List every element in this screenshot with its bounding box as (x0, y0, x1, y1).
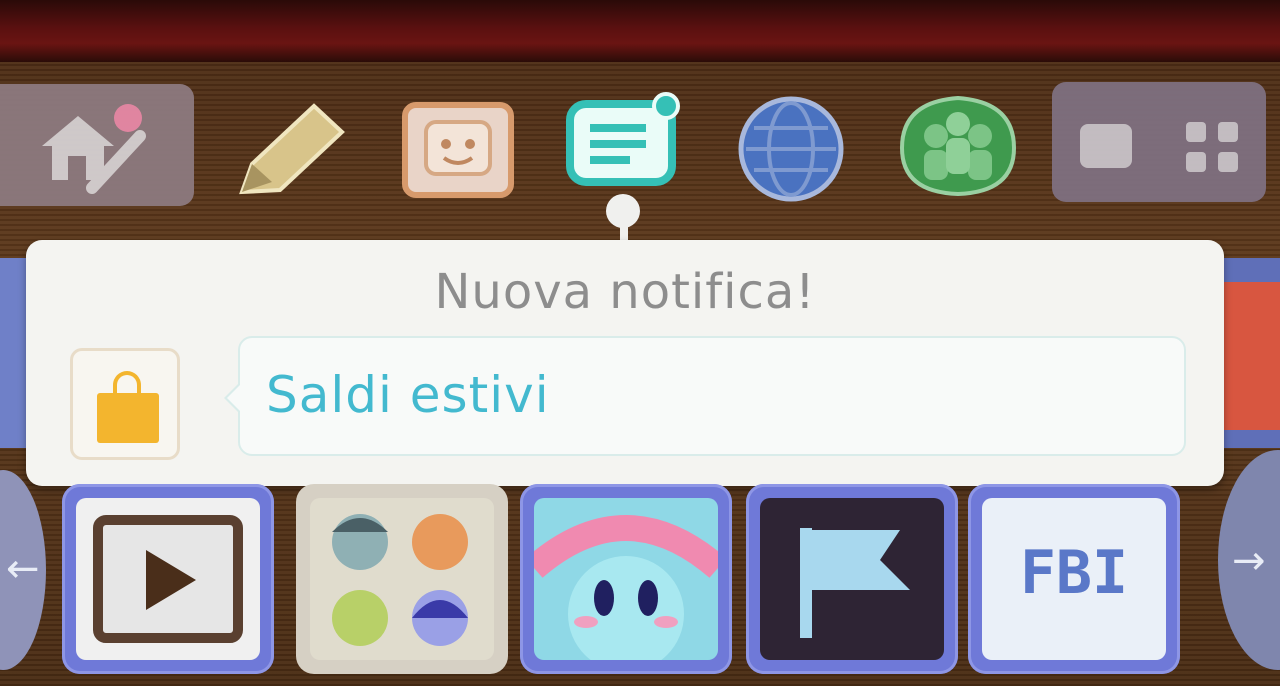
friend-list-button[interactable] (892, 88, 1024, 204)
bubble-tail-inner (227, 384, 241, 412)
pencil-icon (239, 103, 345, 195)
app-tile-play-video[interactable] (62, 484, 274, 674)
grid-view-icon[interactable] (1186, 122, 1242, 174)
internet-browser-button[interactable] (736, 96, 846, 202)
home-settings-icon (42, 104, 146, 194)
play-video-app (76, 498, 260, 660)
shopping-bag-icon (97, 393, 159, 443)
scroll-left-button[interactable]: ← (0, 470, 46, 670)
view-toggle-button[interactable] (1052, 82, 1266, 202)
app-tile-edge[interactable] (1218, 282, 1280, 430)
single-view-icon[interactable] (1080, 124, 1132, 168)
notifications-icon (566, 92, 680, 186)
fbi-app: FBI (982, 498, 1166, 660)
mii-faces-icon (332, 514, 468, 646)
flag-icon (800, 528, 910, 638)
internet-browser-icon (738, 96, 844, 202)
fbi-label: FBI (1019, 538, 1129, 608)
arrow-right-icon: → (1232, 538, 1266, 584)
app-tile-mii-plaza[interactable] (296, 484, 508, 674)
notification-popup[interactable]: Nuova notifica! Saldi estivi (26, 240, 1224, 486)
notification-message-bubble[interactable]: Saldi estivi (224, 336, 1186, 456)
app-tile-fbi[interactable]: FBI (968, 484, 1180, 674)
camera-face-icon (424, 120, 492, 176)
play-icon (93, 515, 243, 643)
top-bezel (0, 0, 1280, 62)
shop-icon (70, 348, 180, 460)
arrow-left-icon: ← (6, 546, 40, 592)
mii-plaza-app (310, 498, 494, 660)
app-tile-kirby[interactable] (520, 484, 732, 674)
pencil-button[interactable] (232, 98, 350, 202)
friend-list-icon (899, 95, 1017, 197)
kirby-game-app (534, 498, 718, 660)
kirby-icon (534, 515, 718, 660)
scroll-right-button[interactable]: → (1218, 450, 1280, 670)
home-settings-button[interactable] (0, 84, 194, 206)
notification-message: Saldi estivi (266, 366, 550, 424)
camera-button[interactable] (402, 102, 514, 198)
app-tile-flag[interactable] (746, 484, 958, 674)
popup-title: Nuova notifica! (434, 264, 816, 320)
notifications-button[interactable] (566, 92, 686, 196)
flag-app (760, 498, 944, 660)
popup-connector-dot (606, 194, 640, 228)
